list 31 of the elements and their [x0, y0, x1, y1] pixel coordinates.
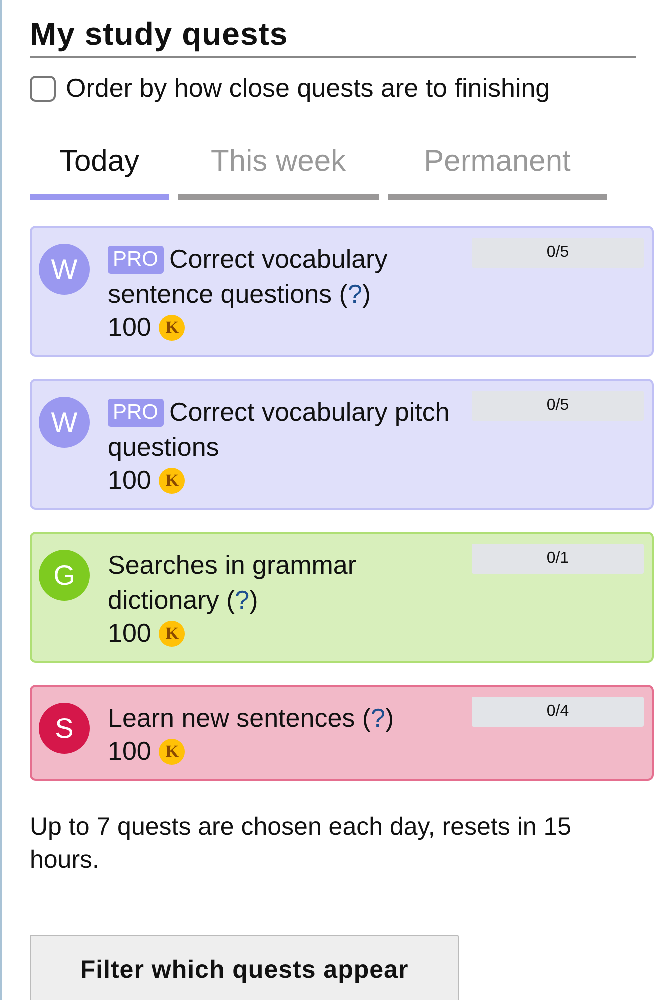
help-link[interactable]: ?: [371, 703, 386, 733]
quest-avatar: W: [39, 244, 90, 295]
quest-title: PRO Correct vocabulary sentence questions (?): [108, 243, 389, 311]
checkbox-label[interactable]: Order by how close quests are to finishing: [66, 73, 550, 104]
progress-text: 0/1: [546, 549, 570, 569]
help-link[interactable]: ?: [348, 279, 362, 309]
reset-note: Up to 7 quests are chosen each day, resets in 15 hours.: [30, 812, 573, 876]
coin-icon: K: [159, 738, 186, 764]
quest-title: PRO Correct vocabulary pitch questions: [108, 396, 451, 464]
quest-avatar: W: [39, 397, 90, 448]
pro-badge: PRO: [108, 399, 164, 427]
quest-avatar: S: [39, 703, 90, 754]
filter-button[interactable]: Filter which quests appear: [30, 935, 459, 1000]
checkbox[interactable]: [30, 76, 56, 102]
help-link[interactable]: ?: [235, 585, 250, 615]
reward-amount: 100: [108, 736, 152, 767]
page-title: My study quests: [30, 14, 636, 58]
coin-icon: K: [159, 314, 186, 340]
quest-title: Learn new sentences (?): [108, 702, 396, 735]
pro-badge: PRO: [108, 246, 164, 274]
tab[interactable]: Today: [30, 142, 169, 200]
reward-amount: 100: [108, 618, 152, 649]
progress-text: 0/5: [546, 396, 570, 416]
coin-icon: K: [159, 468, 186, 494]
reward-amount: 100: [108, 312, 152, 343]
progress-text: 0/4: [546, 702, 570, 722]
quest-title: Searches in grammar dictionary (?): [108, 549, 358, 617]
coin-icon: K: [159, 620, 186, 646]
reward-amount: 100: [108, 465, 152, 496]
quest-avatar: G: [39, 550, 90, 601]
progress-text: 0/5: [546, 243, 570, 263]
